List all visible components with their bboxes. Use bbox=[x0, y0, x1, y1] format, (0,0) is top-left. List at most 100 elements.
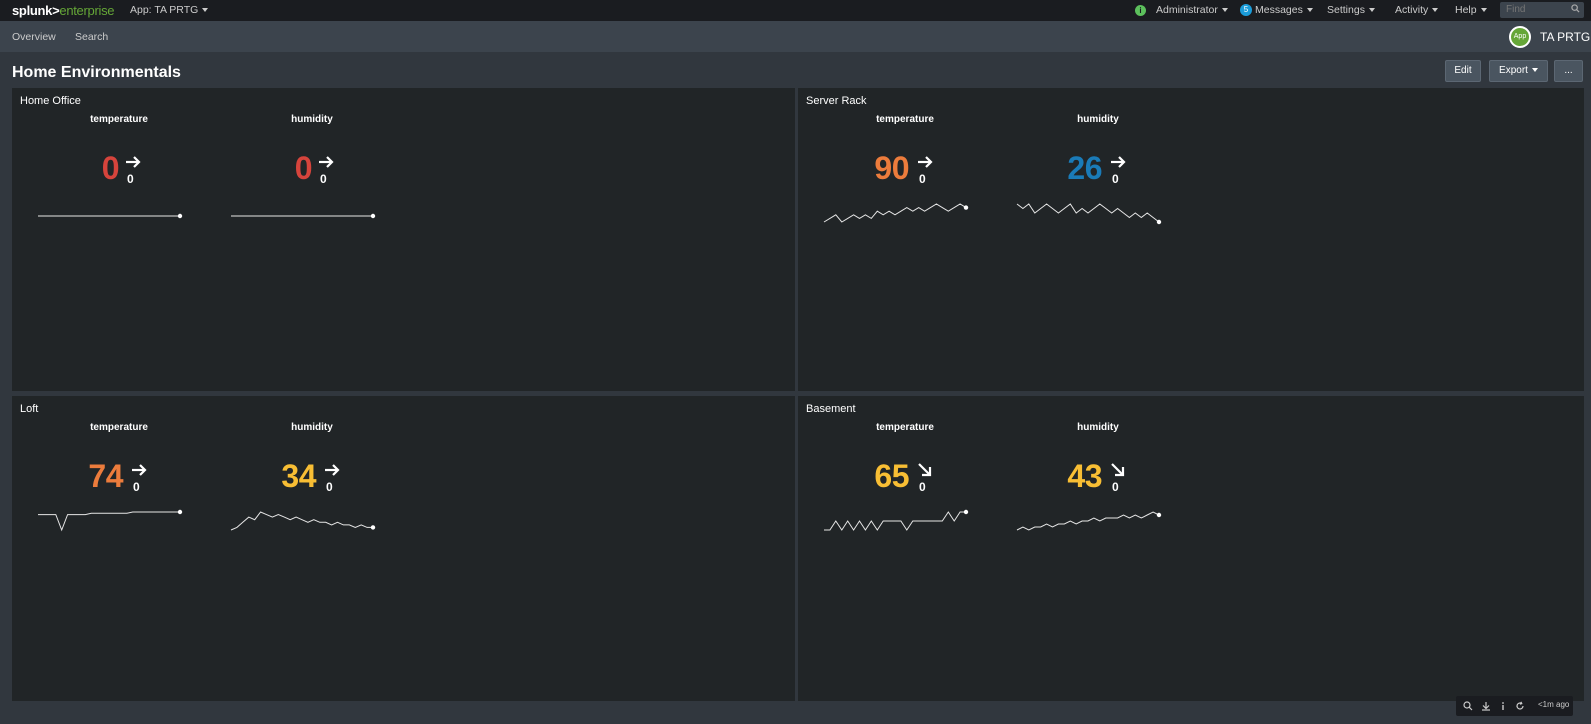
app-icon: App bbox=[1509, 26, 1531, 48]
sparkline bbox=[1016, 511, 1162, 531]
sparkline bbox=[38, 509, 183, 532]
app-menu-label: App: TA PRTG bbox=[130, 4, 199, 16]
single-value-label: temperature bbox=[90, 422, 148, 433]
single-value-delta: 0 bbox=[1112, 480, 1119, 494]
sparkline bbox=[823, 203, 969, 223]
single-value-1[interactable]: humidity 26 0 bbox=[1008, 88, 1188, 225]
more-actions-button[interactable]: ... bbox=[1554, 60, 1583, 82]
single-value-delta: 0 bbox=[919, 172, 926, 186]
dashboard-title: Home Environmentals bbox=[12, 64, 181, 81]
activity-label: Activity bbox=[1395, 4, 1429, 16]
single-value-number: 26 bbox=[1067, 150, 1102, 186]
sparkline-path bbox=[1016, 511, 1160, 531]
caret-down-icon bbox=[202, 8, 209, 13]
messages-menu[interactable]: 5 Messages bbox=[1240, 4, 1313, 17]
sparkline-endpoint bbox=[177, 213, 183, 219]
single-value-1[interactable]: humidity 0 0 bbox=[222, 88, 402, 219]
edit-button[interactable]: Edit bbox=[1445, 60, 1481, 82]
panel-footer-toolbar: <1m ago bbox=[1456, 696, 1573, 716]
sparkline-path bbox=[230, 511, 373, 531]
single-value-label: temperature bbox=[90, 114, 148, 125]
help-menu[interactable]: Help bbox=[1455, 4, 1487, 16]
single-value-number: 90 bbox=[874, 150, 909, 186]
single-value-label: humidity bbox=[291, 114, 333, 125]
app-name: TA PRTG bbox=[1540, 30, 1591, 44]
arrow-right-icon bbox=[319, 156, 334, 168]
info-icon[interactable] bbox=[1498, 701, 1508, 711]
single-value-0[interactable]: temperature 0 0 bbox=[29, 88, 209, 219]
sparkline-endpoint bbox=[370, 213, 376, 219]
sparkline bbox=[231, 213, 376, 219]
sparkline-endpoint bbox=[1156, 512, 1162, 518]
caret-down-icon bbox=[1306, 8, 1313, 13]
single-value-label: humidity bbox=[1077, 114, 1119, 125]
arrow-right-icon bbox=[325, 464, 340, 476]
single-value-number: 0 bbox=[101, 150, 120, 186]
sparkline-path bbox=[824, 511, 966, 531]
single-value-0[interactable]: temperature 65 0 bbox=[815, 396, 995, 531]
splunk-topbar: splunk>enterprise App: TA PRTG i Administ… bbox=[0, 0, 1591, 21]
sparkline-endpoint bbox=[963, 205, 969, 210]
single-value-delta: 0 bbox=[1112, 172, 1119, 186]
sparkline bbox=[1016, 203, 1162, 225]
single-value-label: humidity bbox=[291, 422, 333, 433]
single-value-0[interactable]: temperature 90 0 bbox=[815, 88, 995, 223]
arrow-down-right-icon bbox=[918, 463, 932, 477]
sparkline bbox=[38, 213, 183, 219]
single-value-delta: 0 bbox=[133, 480, 140, 494]
single-value-label: humidity bbox=[1077, 422, 1119, 433]
search-icon[interactable] bbox=[1571, 4, 1580, 13]
single-value-number: 74 bbox=[88, 458, 123, 494]
single-value-1[interactable]: humidity 34 0 bbox=[222, 396, 402, 531]
arrow-down-right-icon bbox=[1111, 463, 1125, 477]
single-value-delta: 0 bbox=[127, 172, 134, 186]
refresh-icon[interactable] bbox=[1515, 701, 1525, 711]
export-button[interactable]: Export bbox=[1489, 60, 1548, 82]
caret-down-icon bbox=[1531, 68, 1538, 73]
single-value-number: 0 bbox=[294, 150, 313, 186]
splunk-logo[interactable]: splunk>enterprise bbox=[12, 3, 115, 18]
app-navbar: Overview Search App TA PRTG bbox=[0, 21, 1591, 52]
help-label: Help bbox=[1455, 4, 1477, 16]
single-value-delta: 0 bbox=[320, 172, 327, 186]
sparkline-endpoint bbox=[370, 525, 376, 530]
single-value-label: temperature bbox=[876, 422, 934, 433]
sparkline-path bbox=[823, 203, 967, 223]
settings-menu[interactable]: Settings bbox=[1327, 4, 1375, 16]
panel-loft: Loft temperature 74 0 humidity 34 0 bbox=[12, 396, 795, 701]
panel-basement: Basement temperature 65 0 humidity 43 0 bbox=[798, 396, 1584, 701]
nav-search[interactable]: Search bbox=[75, 31, 108, 43]
search-icon[interactable] bbox=[1463, 701, 1473, 711]
single-value-delta: 0 bbox=[326, 480, 333, 494]
sparkline bbox=[824, 509, 969, 531]
sparkline-path bbox=[38, 511, 180, 532]
single-value-number: 34 bbox=[281, 458, 316, 494]
administrator-label: Administrator bbox=[1156, 4, 1218, 16]
panel-server-rack: Server Rack temperature 90 0 humidity 26 0 bbox=[798, 88, 1584, 391]
logo-text-splunk: splunk> bbox=[12, 3, 60, 18]
info-icon: i bbox=[1135, 4, 1146, 16]
sparkline-endpoint bbox=[963, 509, 969, 515]
caret-down-icon bbox=[1221, 8, 1228, 13]
messages-label: Messages bbox=[1255, 4, 1303, 16]
single-value-number: 65 bbox=[874, 458, 909, 494]
caret-down-icon bbox=[1368, 8, 1375, 13]
administrator-menu[interactable]: i Administrator bbox=[1135, 4, 1228, 16]
sparkline-endpoint bbox=[177, 509, 183, 515]
nav-overview[interactable]: Overview bbox=[12, 31, 56, 43]
single-value-number: 43 bbox=[1067, 458, 1102, 494]
single-value-1[interactable]: humidity 43 0 bbox=[1008, 396, 1188, 531]
refresh-time-label: <1m ago bbox=[1538, 700, 1570, 709]
arrow-right-icon bbox=[918, 156, 933, 168]
panel-home-office: Home Office temperature 0 0 humidity 0 0 bbox=[12, 88, 795, 391]
single-value-label: temperature bbox=[876, 114, 934, 125]
arrow-right-icon bbox=[132, 464, 147, 476]
activity-menu[interactable]: Activity bbox=[1395, 4, 1439, 16]
logo-text-enterprise: enterprise bbox=[59, 3, 115, 18]
single-value-0[interactable]: temperature 74 0 bbox=[29, 396, 209, 532]
sparkline-endpoint bbox=[1156, 219, 1162, 225]
sparkline bbox=[230, 511, 376, 531]
download-icon[interactable] bbox=[1481, 701, 1491, 711]
messages-count-badge: 5 bbox=[1240, 4, 1252, 17]
app-menu[interactable]: App: TA PRTG bbox=[130, 4, 209, 16]
